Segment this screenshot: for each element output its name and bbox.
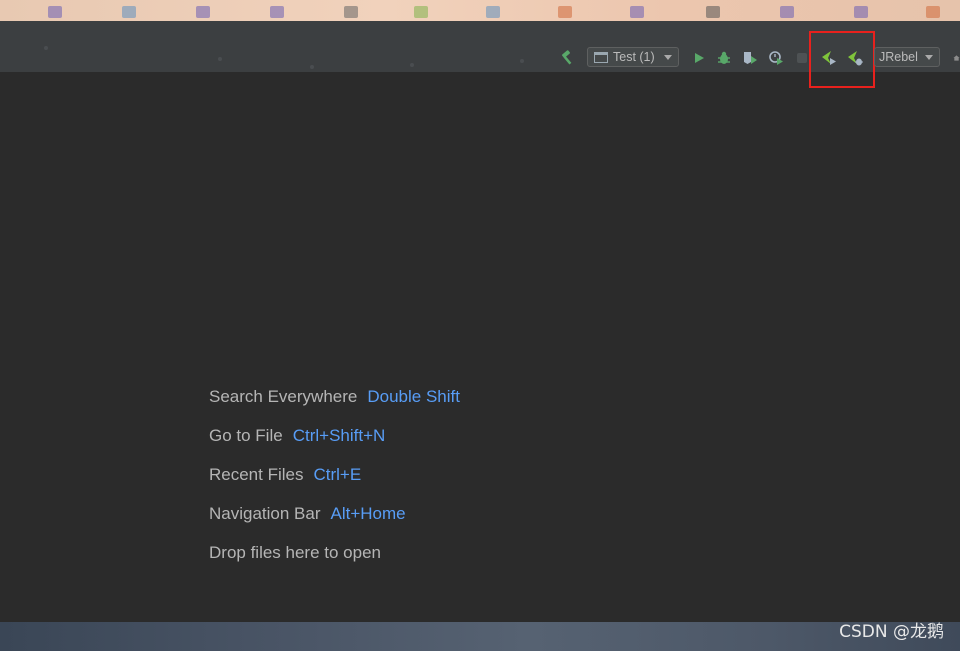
hint-label: Recent Files xyxy=(209,465,304,484)
hammer-icon[interactable] xyxy=(557,48,577,68)
hint-shortcut[interactable]: Alt+Home xyxy=(331,504,406,523)
jrebel-select[interactable]: JRebel xyxy=(874,47,940,67)
browser-bookmarks-strip xyxy=(0,0,960,21)
bookmark-icon xyxy=(926,6,940,18)
hint-shortcut[interactable]: Ctrl+Shift+N xyxy=(293,426,386,445)
watermark: CSDN @龙鹅 xyxy=(839,622,944,642)
hint-go-to-file: Go to File Ctrl+Shift+N xyxy=(209,425,460,464)
bookmark-icon xyxy=(196,6,210,18)
bookmark-icon xyxy=(486,6,500,18)
hint-shortcut[interactable]: Double Shift xyxy=(367,387,460,406)
hint-label: Drop files here to open xyxy=(209,543,381,562)
hint-navigation-bar: Navigation Bar Alt+Home xyxy=(209,503,460,542)
hint-drop-files: Drop files here to open xyxy=(209,542,460,581)
profile-icon[interactable] xyxy=(766,48,786,68)
play-icon[interactable] xyxy=(689,48,709,68)
hint-label: Search Everywhere xyxy=(209,387,358,406)
house-icon[interactable] xyxy=(947,48,960,68)
hint-recent-files: Recent Files Ctrl+E xyxy=(209,464,460,503)
run-config-icon xyxy=(594,51,608,63)
bookmark-icon xyxy=(630,6,644,18)
chevron-down-icon xyxy=(925,55,933,60)
chevron-down-icon xyxy=(664,55,672,60)
hint-label: Go to File xyxy=(209,426,283,445)
bookmark-icon xyxy=(414,6,428,18)
hint-search-everywhere: Search Everywhere Double Shift xyxy=(209,386,460,425)
hint-shortcut[interactable]: Ctrl+E xyxy=(313,465,361,484)
jrebel-select-label: JRebel xyxy=(879,50,918,64)
bug-icon[interactable] xyxy=(714,48,734,68)
run-configuration-select[interactable]: Test (1) xyxy=(587,47,679,67)
welcome-hints: Search Everywhere Double Shift Go to File… xyxy=(209,386,460,581)
bookmark-icon xyxy=(706,6,720,18)
bookmark-icon xyxy=(122,6,136,18)
bookmark-icon xyxy=(558,6,572,18)
bookmark-icon xyxy=(854,6,868,18)
bookmark-icon xyxy=(270,6,284,18)
bookmark-icon xyxy=(344,6,358,18)
highlight-annotation xyxy=(809,31,875,88)
run-config-label: Test (1) xyxy=(613,50,655,64)
desktop-background-strip xyxy=(0,622,960,651)
hint-label: Navigation Bar xyxy=(209,504,321,523)
bookmark-icon xyxy=(780,6,794,18)
bookmark-icon xyxy=(48,6,62,18)
coverage-icon[interactable] xyxy=(740,48,760,68)
